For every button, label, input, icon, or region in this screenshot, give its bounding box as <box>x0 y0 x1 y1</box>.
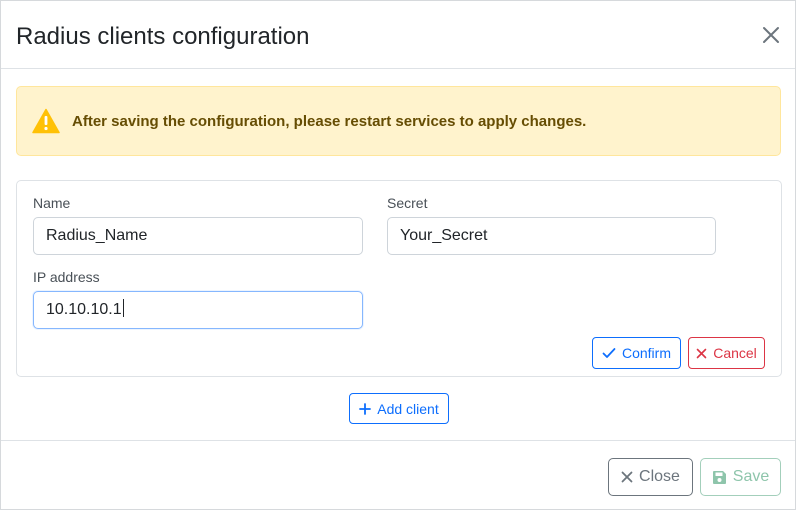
modal-title: Radius clients configuration <box>16 23 310 50</box>
save-button[interactable]: Save <box>700 458 781 496</box>
warning-icon <box>32 108 60 134</box>
floppy-disk-icon <box>712 470 726 484</box>
modal-footer: Close Save <box>1 440 795 510</box>
confirm-button[interactable]: Confirm <box>592 337 681 369</box>
close-label: Close <box>639 468 680 485</box>
alert-message: After saving the configuration, please r… <box>72 112 587 130</box>
secret-label: Secret <box>387 195 428 211</box>
ip-address-label: IP address <box>33 269 100 285</box>
add-client-button[interactable]: Add client <box>349 393 449 424</box>
confirm-label: Confirm <box>621 345 671 361</box>
ip-address-value: 10.10.10.1 <box>46 301 122 318</box>
modal-header: Radius clients configuration <box>1 1 795 69</box>
ip-address-input[interactable]: 10.10.10.1 <box>33 291 363 329</box>
name-label: Name <box>33 195 71 211</box>
radius-clients-modal: Radius clients configuration After savin… <box>0 0 796 510</box>
cancel-label: Cancel <box>713 345 757 361</box>
cancel-button[interactable]: Cancel <box>688 337 765 369</box>
text-caret <box>122 299 124 317</box>
close-icon[interactable] <box>759 23 783 47</box>
x-icon <box>621 471 633 483</box>
name-input[interactable]: Radius_Name <box>33 217 363 255</box>
save-label: Save <box>732 468 770 485</box>
add-client-label: Add client <box>377 400 439 417</box>
x-icon <box>696 348 707 358</box>
plus-icon <box>359 402 372 415</box>
close-button[interactable]: Close <box>608 458 693 496</box>
warning-alert: After saving the configuration, please r… <box>16 86 781 156</box>
check-icon <box>602 348 616 358</box>
secret-input[interactable]: Your_Secret <box>387 217 716 255</box>
client-form-card: Name Radius_Name Secret Your_Secret IP a… <box>16 180 782 377</box>
